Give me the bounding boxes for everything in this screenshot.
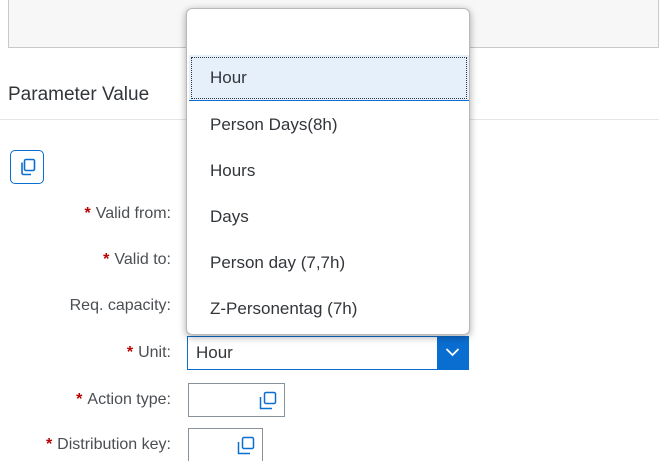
unit-option-hours[interactable]: Hours (189, 148, 469, 194)
section-title: Parameter Value (8, 84, 150, 105)
distribution-key-row: * Distribution key: (0, 428, 659, 461)
distribution-key-value-help[interactable] (236, 436, 256, 461)
unit-row: * Unit: Hour (0, 336, 659, 370)
required-marker: * (84, 205, 91, 222)
unit-dropdown-list: Hour Person Days(8h) Hours Days Person d… (186, 8, 470, 335)
required-marker: * (45, 436, 53, 453)
unit-option-hour[interactable]: Hour (189, 55, 469, 101)
required-marker: * (103, 251, 110, 268)
copy-button[interactable] (10, 150, 44, 184)
unit-label: * Unit: (126, 344, 171, 361)
parameter-value-page: Parameter Value * Valid from: * Valid to: … (0, 0, 659, 461)
distribution-key-input[interactable] (188, 428, 263, 461)
action-type-input[interactable] (188, 383, 285, 417)
value-help-icon (259, 391, 277, 410)
required-marker: * (126, 344, 134, 361)
valid-from-label: * Valid from: (84, 205, 171, 222)
copy-icon (21, 158, 36, 176)
unit-option-person-day-7-7h[interactable]: Person day (7,7h) (189, 240, 469, 286)
action-type-row: * Action type: (0, 383, 659, 417)
required-marker: * (76, 391, 83, 408)
unit-option-person-days-8h[interactable]: Person Days(8h) (189, 102, 469, 148)
unit-select[interactable]: Hour (187, 336, 469, 370)
unit-dropdown-button[interactable] (437, 337, 468, 369)
value-help-icon (237, 436, 255, 455)
unit-select-value: Hour (196, 343, 233, 362)
chevron-down-icon (445, 348, 460, 357)
action-type-label: * Action type: (76, 391, 171, 408)
unit-option-days[interactable]: Days (189, 194, 469, 240)
valid-to-label: * Valid to: (103, 251, 171, 268)
req-capacity-label: Req. capacity: (69, 297, 171, 314)
action-type-value-help[interactable] (258, 391, 278, 416)
distribution-key-label: * Distribution key: (45, 436, 171, 453)
unit-option-z-personentag-7h[interactable]: Z-Personentag (7h) (189, 286, 469, 332)
